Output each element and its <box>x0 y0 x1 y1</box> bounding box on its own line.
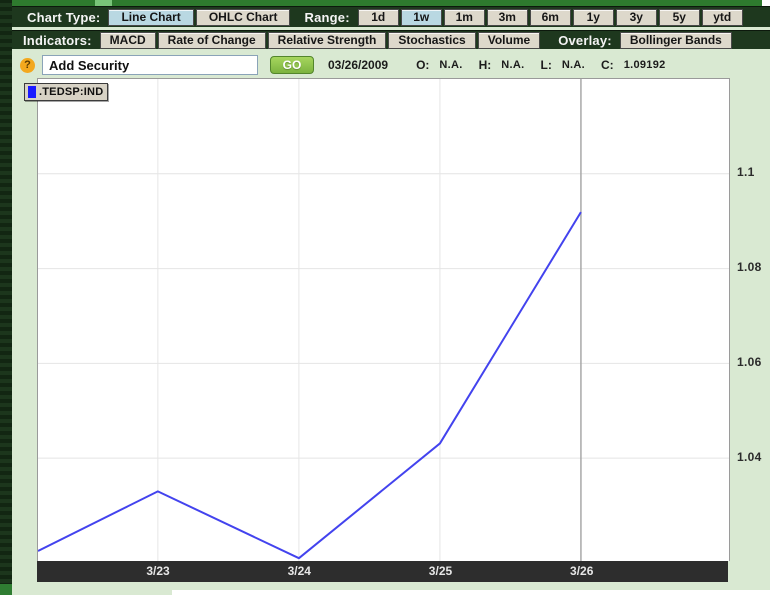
indicators-label: Indicators: <box>23 32 92 48</box>
chart-type-ohlc-button[interactable]: OHLC Chart <box>195 8 291 26</box>
indicator-relative-strength-button[interactable]: Relative Strength <box>267 31 387 49</box>
bottom-edge-strip <box>172 590 770 595</box>
y-axis-tick-label: 1.08 <box>737 259 762 274</box>
indicator-stochastics-button[interactable]: Stochastics <box>388 31 476 49</box>
quote-date: 03/26/2009 <box>328 58 389 72</box>
legend-color-swatch <box>28 86 36 98</box>
x-axis-tick-label: 3/25 <box>428 564 453 578</box>
range-5y-button[interactable]: 5y <box>658 8 700 26</box>
range-1y-button[interactable]: 1y <box>572 8 614 26</box>
chart-type-line-button[interactable]: Line Chart <box>108 8 194 26</box>
quote-readout: 03/26/2009 O: N.A. H: N.A. L: N.A. C: 1.… <box>328 58 666 72</box>
low-label: L: <box>540 58 552 72</box>
open-label: O: <box>416 58 430 72</box>
close-value: 1.09192 <box>623 59 666 71</box>
range-1w-button[interactable]: 1w <box>400 8 442 26</box>
range-ytd-button[interactable]: ytd <box>701 8 743 26</box>
go-button[interactable]: GO <box>270 56 314 74</box>
indicators-overlay-toolbar: Indicators: MACD Rate of Change Relative… <box>12 30 770 49</box>
range-label: Range: <box>304 9 350 25</box>
left-edge-notch <box>0 584 12 595</box>
range-1m-button[interactable]: 1m <box>443 8 485 26</box>
x-axis-tick-label: 3/23 <box>146 564 170 578</box>
high-label: H: <box>478 58 492 72</box>
y-axis-tick-label: 1.06 <box>737 354 762 369</box>
range-3y-button[interactable]: 3y <box>615 8 657 26</box>
overlay-bollinger-bands-button[interactable]: Bollinger Bands <box>619 31 732 49</box>
indicator-macd-button[interactable]: MACD <box>99 31 156 49</box>
help-icon[interactable]: ? <box>20 57 35 73</box>
chart-app-page: { "toolbar1": { "chart_type_label": "Cha… <box>0 0 770 595</box>
indicator-rate-of-change-button[interactable]: Rate of Change <box>157 31 266 49</box>
high-value: N.A. <box>501 59 525 71</box>
indicator-volume-button[interactable]: Volume <box>477 31 541 49</box>
overlay-label: Overlay: <box>558 32 612 48</box>
left-edge-strip <box>0 0 12 595</box>
chart-type-range-toolbar: Chart Type: Line Chart OHLC Chart Range:… <box>12 6 770 27</box>
y-axis-tick-label: 1.1 <box>737 164 755 179</box>
legend-symbol: .TEDSP:IND <box>39 86 104 98</box>
range-1d-button[interactable]: 1d <box>357 8 399 26</box>
price-line <box>38 211 582 560</box>
close-label: C: <box>601 58 614 72</box>
low-value: N.A. <box>561 59 586 71</box>
x-axis-tick-label: 3/24 <box>287 564 311 578</box>
chart-type-label: Chart Type: <box>27 9 101 25</box>
security-search-toolbar: ? GO 03/26/2009 O: N.A. H: N.A. L: N.A. … <box>12 52 770 78</box>
range-3m-button[interactable]: 3m <box>486 8 528 26</box>
open-value: N.A. <box>439 59 463 71</box>
range-6m-button[interactable]: 6m <box>529 8 571 26</box>
price-chart <box>38 79 729 561</box>
x-axis-bar: 3/23 3/24 3/25 3/26 <box>37 561 728 582</box>
x-axis-tick-label: 3/26 <box>570 564 594 578</box>
chart-legend: .TEDSP:IND <box>24 83 109 101</box>
y-axis-tick-label: 1.04 <box>737 449 762 464</box>
chart-plot-area <box>37 78 730 561</box>
add-security-input[interactable] <box>42 55 258 75</box>
